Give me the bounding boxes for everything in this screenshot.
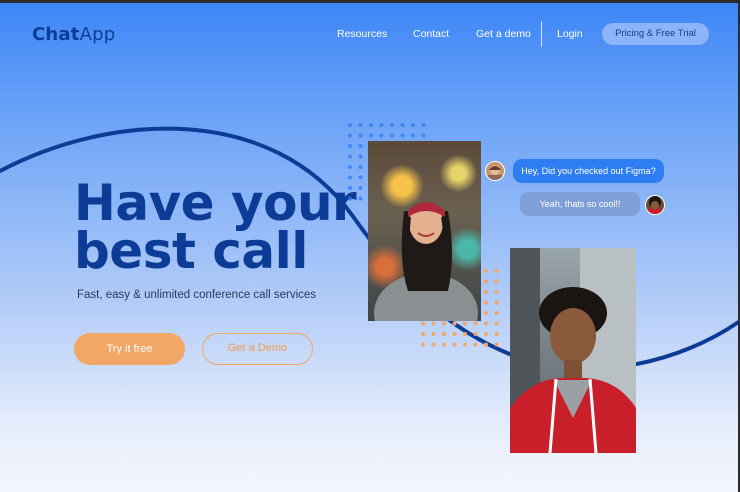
decor-dot — [463, 342, 467, 347]
decor-dot — [494, 269, 499, 273]
decor-dot — [358, 123, 363, 127]
decor-dot — [358, 133, 363, 138]
man-illustration — [510, 248, 636, 453]
decor-dot — [442, 332, 446, 336]
decor-dot — [452, 332, 457, 336]
woman-photo — [368, 141, 481, 321]
brand-name-bold: Chat — [32, 24, 80, 45]
hero-title: Have your best call — [74, 174, 357, 280]
decor-dot — [358, 154, 363, 159]
decor-dot — [494, 321, 499, 326]
try-free-button[interactable]: Try it free — [74, 333, 185, 365]
woman-illustration — [374, 202, 478, 321]
sender-avatar — [485, 161, 505, 181]
decor-dot — [411, 123, 415, 127]
decor-dot — [348, 186, 352, 190]
decor-dot — [494, 311, 499, 315]
decor-dot — [473, 321, 478, 326]
decor-dot — [452, 321, 457, 326]
hero-subtitle: Fast, easy & unlimited conference call s… — [77, 289, 317, 301]
chat-message-incoming: Hey, Did you checked out Figma? — [513, 159, 664, 183]
decor-dot — [390, 123, 394, 127]
brand-name-light: App — [79, 24, 116, 45]
hero-title-line-2: best call — [74, 222, 308, 280]
decor-dot — [484, 332, 488, 336]
decor-dot — [421, 321, 425, 326]
decor-dot — [348, 196, 352, 201]
decor-dot — [452, 342, 457, 347]
reply-avatar — [645, 195, 665, 215]
decor-dot — [484, 342, 488, 347]
decor-dot — [431, 342, 436, 347]
decor-dot — [369, 133, 373, 138]
decor-dot — [494, 342, 499, 347]
decor-dot — [494, 332, 499, 336]
get-demo-button[interactable]: Get a Demo — [202, 333, 313, 365]
decor-dot — [494, 279, 499, 284]
nav-link-contact[interactable]: Contact — [413, 28, 449, 40]
decor-dot — [484, 269, 488, 273]
decor-dot — [379, 133, 384, 138]
decor-dot — [358, 175, 363, 180]
decor-dot — [369, 123, 373, 127]
decor-dot — [379, 123, 384, 127]
decor-dot — [348, 154, 352, 159]
decor-dot — [484, 311, 488, 315]
decor-dot — [400, 123, 405, 127]
decor-dot — [358, 196, 363, 201]
chat-message-reply: Yeah, thats so cool!! — [520, 192, 640, 216]
nav-link-login[interactable]: Login — [557, 28, 583, 40]
decor-dot — [431, 332, 436, 336]
nav-divider — [541, 21, 542, 47]
decor-dot — [348, 133, 352, 138]
decor-dot — [442, 321, 446, 326]
decor-dot — [484, 290, 488, 294]
man-photo — [510, 248, 636, 453]
decor-dot — [421, 332, 425, 336]
decor-dot — [411, 133, 415, 138]
decor-dot — [484, 321, 488, 326]
decor-dot — [494, 300, 499, 305]
nav-link-resources[interactable]: Resources — [337, 28, 387, 40]
decor-dot — [421, 342, 425, 347]
hero-title-line-1: Have your — [74, 174, 357, 232]
decor-dot — [484, 279, 488, 284]
decor-dot — [348, 123, 352, 127]
decor-dot — [358, 186, 363, 190]
decor-dot — [442, 342, 446, 347]
decor-dot — [473, 332, 478, 336]
nav-link-get-demo[interactable]: Get a demo — [476, 28, 531, 40]
brand-logo[interactable]: ChatApp — [32, 24, 115, 45]
decor-dot — [348, 144, 352, 148]
decor-dot — [400, 133, 405, 138]
decor-dot — [484, 300, 488, 305]
decor-dot — [358, 144, 363, 148]
decor-dot — [473, 342, 478, 347]
decor-dot — [348, 175, 352, 180]
pricing-trial-button[interactable]: Pricing & Free Trial — [602, 23, 709, 45]
decor-dot — [358, 165, 363, 169]
decor-dot — [421, 123, 426, 127]
landing-page: ChatApp Resources Contact Get a demo Log… — [0, 3, 740, 492]
decor-dot — [463, 332, 467, 336]
decor-dot — [348, 165, 352, 169]
decor-dot — [390, 133, 394, 138]
decor-dot — [421, 133, 426, 138]
decor-dot — [463, 321, 467, 326]
decor-dot — [494, 290, 499, 294]
decor-dot — [431, 321, 436, 326]
